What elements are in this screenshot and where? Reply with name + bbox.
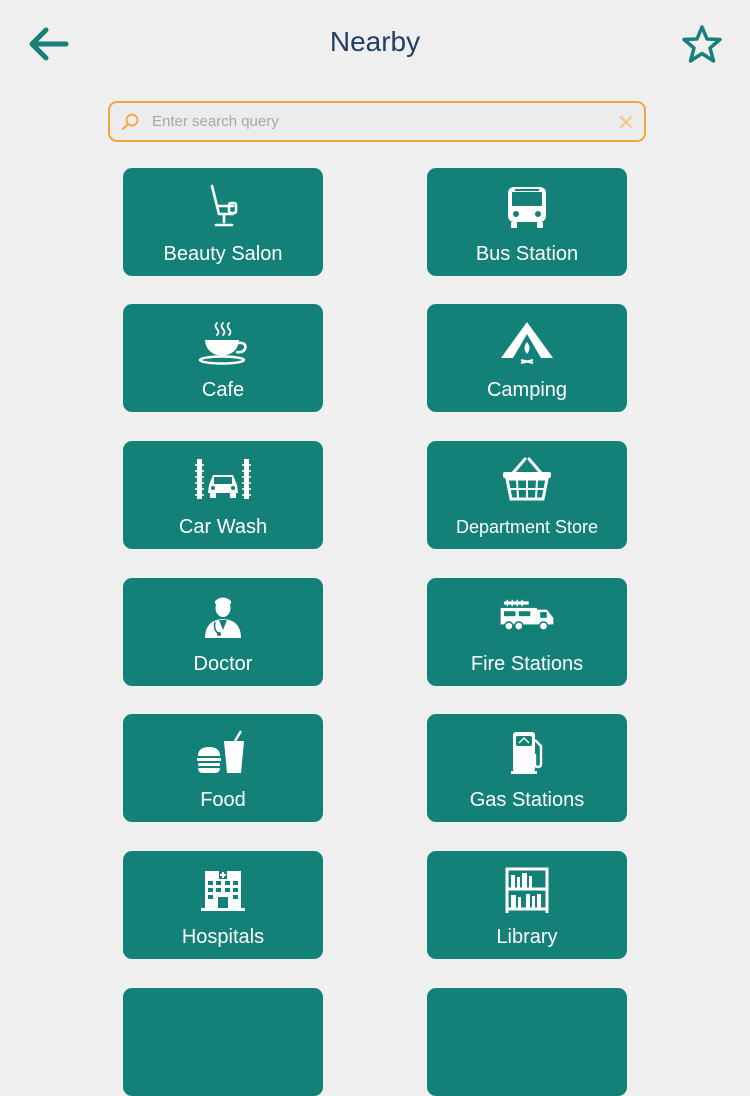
hospital-building-icon bbox=[201, 871, 245, 911]
category-label: Bus Station bbox=[475, 243, 579, 265]
category-label: Car Wash bbox=[178, 516, 268, 538]
category-tile-hospitals[interactable]: Hospitals bbox=[123, 851, 323, 959]
category-tile-camping[interactable]: Camping bbox=[427, 304, 627, 412]
car-wash-icon bbox=[195, 459, 251, 499]
search-icon bbox=[122, 113, 139, 130]
category-label: Camping bbox=[486, 379, 568, 401]
category-label: Gas Stations bbox=[469, 789, 585, 811]
category-tile-beauty-salon[interactable]: Beauty Salon bbox=[123, 168, 323, 276]
star-icon bbox=[682, 25, 722, 63]
clear-icon[interactable] bbox=[618, 114, 634, 130]
bookshelf-icon bbox=[505, 867, 549, 913]
tent-icon bbox=[501, 322, 553, 364]
category-label: Food bbox=[200, 789, 246, 811]
top-bar: Nearby bbox=[0, 0, 750, 88]
favorites-button[interactable] bbox=[680, 22, 724, 66]
category-tile-partial[interactable] bbox=[427, 988, 627, 1096]
search-input[interactable] bbox=[152, 103, 592, 140]
doctor-icon bbox=[205, 597, 241, 638]
category-tile-bus-station[interactable]: Bus Station bbox=[427, 168, 627, 276]
category-tile-fire-stations[interactable]: Fire Stations bbox=[427, 578, 627, 686]
category-label: Doctor bbox=[193, 653, 253, 675]
category-tile-car-wash[interactable]: Car Wash bbox=[123, 441, 323, 549]
fuel-pump-icon bbox=[511, 732, 543, 774]
salon-chair-icon bbox=[210, 184, 238, 227]
category-tile-doctor[interactable]: Doctor bbox=[123, 578, 323, 686]
category-label: Cafe bbox=[201, 379, 245, 401]
category-tile-gas-stations[interactable]: Gas Stations bbox=[427, 714, 627, 822]
category-tile-department-store[interactable]: Department Store bbox=[427, 441, 627, 549]
coffee-cup-icon bbox=[198, 322, 247, 365]
category-tile-library[interactable]: Library bbox=[427, 851, 627, 959]
page-title: Nearby bbox=[329, 26, 421, 57]
category-label: Fire Stations bbox=[470, 653, 584, 675]
fire-truck-icon bbox=[500, 599, 554, 631]
category-label: Beauty Salon bbox=[163, 243, 283, 265]
category-label: Hospitals bbox=[181, 926, 265, 948]
category-label: Library bbox=[496, 926, 558, 948]
search-bar[interactable] bbox=[108, 101, 646, 142]
category-tile-partial[interactable] bbox=[123, 988, 323, 1096]
category-tile-cafe[interactable]: Cafe bbox=[123, 304, 323, 412]
bus-icon bbox=[508, 187, 546, 228]
burger-drink-icon bbox=[197, 730, 244, 773]
category-label: Department Store bbox=[455, 517, 599, 537]
category-tile-food[interactable]: Food bbox=[123, 714, 323, 822]
shopping-basket-icon bbox=[503, 457, 551, 501]
